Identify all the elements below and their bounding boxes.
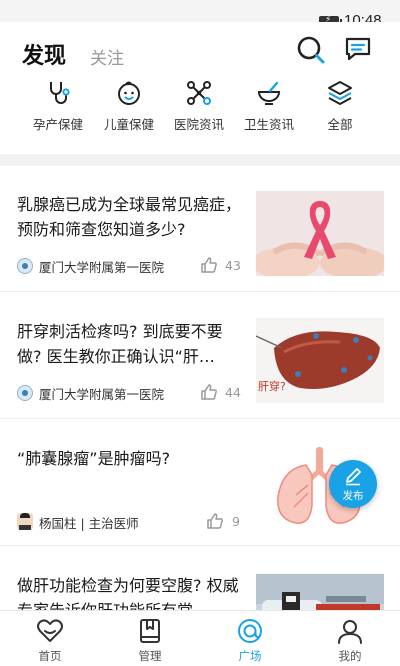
doctor-avatar [17,513,33,530]
bottom-tab-bar: 首页 管理 广场 我的 [0,610,400,666]
header: 发现 关注 孕产保健 儿童保健 医院资讯 卫生资讯 全部 [0,22,400,162]
article-title[interactable]: 做肝功能检查为何要空腹? 权威专家告诉你肝功能所有常 [17,573,243,610]
message-icon[interactable] [344,35,372,63]
category-label: 医院资讯 [173,117,224,132]
publish-label: 发布 [342,490,364,502]
article-author: 杨国柱 | 主治医师 [39,516,139,531]
tab-follow[interactable]: 关注 [90,44,124,69]
article-title[interactable]: 肝穿刺活检疼吗? 到底要不要做? 医生教你正确认识“肝… [17,319,243,369]
article-title[interactable]: “肺囊腺瘤”是肿瘤吗? [17,446,243,471]
baby-face-icon [118,81,140,105]
thumb-caption: 肝穿? [258,379,286,393]
like-count: 43 [225,258,241,273]
like-count: 9 [232,514,240,529]
lab-photo-image [256,574,384,610]
article-card[interactable]: 肝穿刺活检疼吗? 到底要不要做? 医生教你正确认识“肝… 厦门大学附属第一医院 … [0,293,400,419]
article-meta: 厦门大学附属第一医院 43 [17,256,247,276]
tab-label: 管理 [138,649,162,663]
article-thumbnail[interactable] [256,191,384,276]
article-meta: 杨国柱 | 主治医师 9 [17,512,247,532]
person-icon [338,620,362,644]
hospital-logo-icon [17,385,33,401]
article-title[interactable]: 乳腺癌已成为全球最常见癌症，预防和筛查您知道多少? [17,192,243,242]
category-label: 卫生资讯 [243,117,294,132]
tab-square[interactable]: 广场 [210,617,290,664]
tab-discover[interactable]: 发现 [22,38,66,70]
mortar-bowl-icon [257,81,281,105]
layers-icon [328,81,352,105]
tab-label: 广场 [238,649,262,663]
article-thumbnail[interactable]: 肝穿? [256,318,384,403]
tab-label: 首页 [38,649,62,663]
article-card[interactable]: 乳腺癌已成为全球最常见癌症，预防和筛查您知道多少? 厦门大学附属第一医院 43 [0,166,400,292]
article-meta: 厦门大学附属第一医院 44 [17,383,247,403]
section-divider [0,154,400,166]
article-feed[interactable]: 乳腺癌已成为全球最常见癌症，预防和筛查您知道多少? 厦门大学附属第一医院 43 … [0,166,400,610]
category-label: 全部 [327,117,353,132]
pink-ribbon-image [256,191,384,276]
article-thumbnail[interactable] [256,574,384,610]
category-label: 儿童保健 [103,117,154,132]
like-count: 44 [225,385,241,400]
thumbs-up-icon[interactable] [200,383,218,401]
pen-icon [346,468,361,486]
category-label: 孕产保健 [32,117,83,132]
tab-label: 我的 [338,649,362,663]
thumbs-up-icon[interactable] [200,256,218,274]
article-card[interactable]: 做肝功能检查为何要空腹? 权威专家告诉你肝功能所有常 [0,547,400,610]
publish-button[interactable]: 发布 [329,460,377,508]
category-maternal-health[interactable]: 孕产保健 [23,80,93,133]
tab-manage[interactable]: 管理 [110,617,190,664]
network-icon [187,81,211,105]
article-source: 厦门大学附属第一医院 [39,260,165,275]
hospital-logo-icon [17,258,33,274]
tab-mine[interactable]: 我的 [310,617,390,664]
status-bar: ⚡ 10:48 [0,0,400,29]
heart-icon [37,619,63,642]
category-all[interactable]: 全部 [305,80,375,133]
article-source: 厦门大学附属第一医院 [39,387,165,402]
category-row: 孕产保健 儿童保健 医院资讯 卫生资讯 全部 [0,80,400,140]
at-swirl-icon [238,619,262,643]
tab-home[interactable]: 首页 [10,617,90,664]
search-icon[interactable] [296,35,326,65]
book-icon [140,619,160,643]
stethoscope-icon [50,82,70,104]
category-child-health[interactable]: 儿童保健 [94,80,164,133]
liver-image: 肝穿? [256,318,384,403]
category-hospital-news[interactable]: 医院资讯 [164,80,234,133]
category-health-news[interactable]: 卫生资讯 [234,80,304,133]
thumbs-up-icon[interactable] [206,512,224,530]
